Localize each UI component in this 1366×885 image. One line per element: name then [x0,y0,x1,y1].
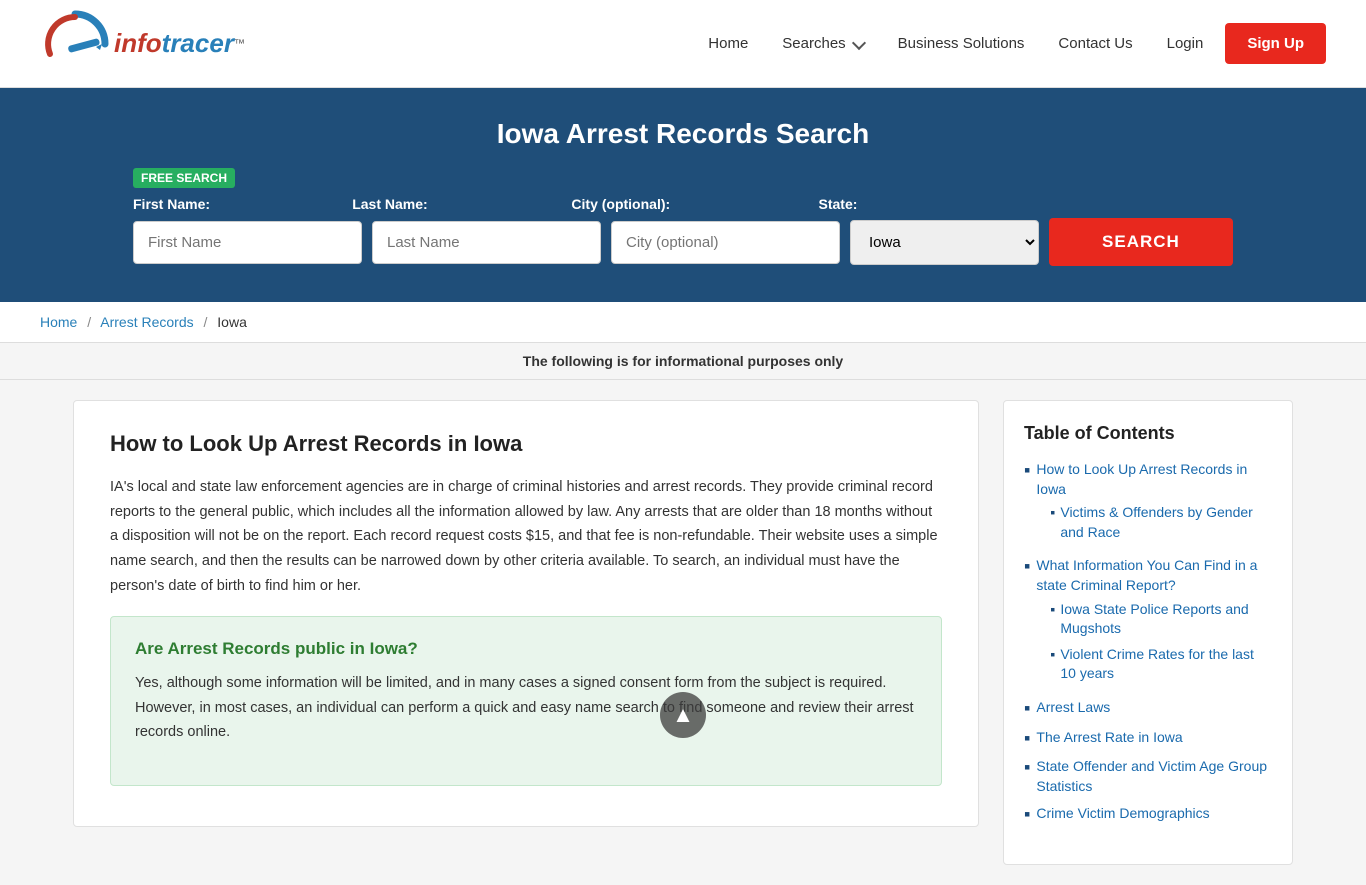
search-button[interactable]: SEARCH [1049,218,1233,266]
toc-sub-bullet-2-1: ▪ [1050,600,1055,620]
toc-bullet-4: ▪ [1024,728,1030,750]
chevron-down-icon [852,35,866,49]
green-box: Are Arrest Records public in Iowa? Yes, … [110,616,942,786]
nav-business[interactable]: Business Solutions [886,27,1037,60]
first-name-input[interactable] [133,221,362,264]
city-label: City (optional): [571,196,808,212]
toc-item-4: ▪ The Arrest Rate in Iowa [1024,728,1272,750]
toc-link-3[interactable]: Arrest Laws [1036,698,1110,718]
nav-login[interactable]: Login [1155,27,1216,60]
city-input[interactable] [611,221,840,264]
free-search-badge: FREE SEARCH [133,168,235,188]
last-name-label: Last Name: [352,196,561,212]
hero-section: Iowa Arrest Records Search FREE SEARCH F… [0,88,1366,302]
site-header: infotracer™ Home Searches Business Solut… [0,0,1366,88]
article: How to Look Up Arrest Records in Iowa IA… [73,400,979,827]
toc-link-2[interactable]: What Information You Can Find in a state… [1036,557,1257,593]
nav-contact[interactable]: Contact Us [1046,27,1144,60]
green-box-heading: Are Arrest Records public in Iowa? [135,639,917,659]
article-paragraph1: IA's local and state law enforcement age… [110,475,942,598]
toc-link-5[interactable]: State Offender and Victim Age Group Stat… [1036,757,1272,796]
green-box-paragraph: Yes, although some information will be l… [135,671,917,745]
toc-item-2: ▪ What Information You Can Find in a sta… [1024,556,1272,690]
toc-sub-item-2-1: ▪ Iowa State Police Reports and Mugshots [1050,600,1272,639]
state-label: State: [819,196,1056,212]
hero-title: Iowa Arrest Records Search [40,118,1326,150]
toc-bullet-2: ▪ [1024,556,1030,578]
breadcrumb-home[interactable]: Home [40,314,77,330]
toc-sub-bullet-2-2: ▪ [1050,645,1055,665]
toc-link-4[interactable]: The Arrest Rate in Iowa [1036,728,1182,748]
toc-sub-item-2-2: ▪ Violent Crime Rates for the last 10 ye… [1050,645,1272,684]
toc-sub-link-2-1[interactable]: Iowa State Police Reports and Mugshots [1060,600,1272,639]
state-select[interactable]: Iowa Alabama Alaska Arizona Arkansas Cal… [850,220,1039,265]
first-name-label: First Name: [133,196,342,212]
toc-list: ▪ How to Look Up Arrest Records in Iowa … [1024,460,1272,826]
article-heading: How to Look Up Arrest Records in Iowa [110,431,942,457]
logo[interactable]: infotracer™ [40,9,245,79]
nav-home[interactable]: Home [696,27,760,60]
nav-searches[interactable]: Searches [770,27,875,60]
toc-item-5: ▪ State Offender and Victim Age Group St… [1024,757,1272,796]
breadcrumb-sep-1: / [87,314,91,330]
toc-sub-bullet-1-1: ▪ [1050,503,1055,523]
toc-title: Table of Contents [1024,423,1272,444]
logo-info-text: info [114,28,162,59]
toc-bullet-3: ▪ [1024,698,1030,720]
toc-link-1[interactable]: How to Look Up Arrest Records in Iowa [1036,461,1247,497]
logo-icon [40,9,110,79]
toc-bullet-6: ▪ [1024,804,1030,826]
toc-link-6[interactable]: Crime Victim Demographics [1036,804,1209,824]
info-bar: The following is for informational purpo… [0,343,1366,380]
logo-tracer-text: tracer [162,28,234,59]
breadcrumb-arrest[interactable]: Arrest Records [100,314,193,330]
last-name-input[interactable] [372,221,601,264]
toc-item-6: ▪ Crime Victim Demographics [1024,804,1272,826]
scroll-top-button[interactable]: ▲ [660,692,706,738]
toc-sub-link-2-2[interactable]: Violent Crime Rates for the last 10 year… [1060,645,1272,684]
main-content: How to Look Up Arrest Records in Iowa IA… [43,380,1323,885]
toc-sub-link-1-1[interactable]: Victims & Offenders by Gender and Race [1060,503,1272,542]
toc-bullet-1: ▪ [1024,460,1030,482]
toc-item-3: ▪ Arrest Laws [1024,698,1272,720]
breadcrumb-sep-2: / [204,314,208,330]
nav-signup-button[interactable]: Sign Up [1225,23,1326,64]
logo-tm: ™ [234,38,245,50]
sidebar-toc: Table of Contents ▪ How to Look Up Arres… [1003,400,1293,865]
breadcrumb: Home / Arrest Records / Iowa [0,302,1366,343]
toc-sub-item-1-1: ▪ Victims & Offenders by Gender and Race [1050,503,1272,542]
main-nav: Home Searches Business Solutions Contact… [696,23,1326,64]
toc-item-1: ▪ How to Look Up Arrest Records in Iowa … [1024,460,1272,548]
breadcrumb-current: Iowa [217,314,247,330]
